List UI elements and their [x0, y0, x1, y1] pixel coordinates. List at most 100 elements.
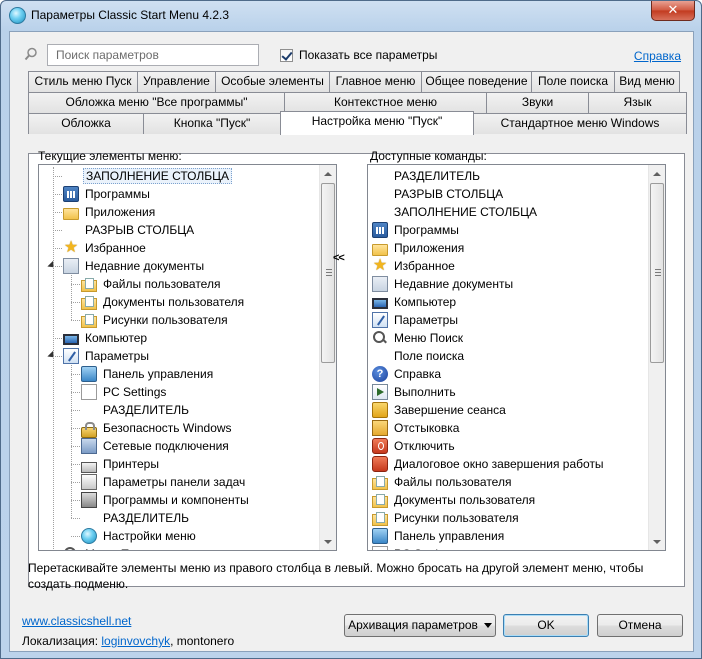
tree-item[interactable]: Принтеры	[81, 455, 161, 473]
show-all-checkbox[interactable]	[280, 48, 293, 62]
menu-settings-icon	[81, 528, 97, 544]
tab-context-menu[interactable]: Контекстное меню	[284, 92, 487, 113]
star-icon: ★	[63, 239, 79, 256]
list-item[interactable]: Выполнить	[372, 383, 458, 401]
shutdown-icon	[372, 456, 388, 472]
scroll-thumb[interactable]	[650, 183, 664, 363]
tab-standard-windows-menu[interactable]: Стандартное меню Windows	[473, 113, 687, 134]
tree-item[interactable]: Файлы пользователя	[81, 275, 222, 293]
list-item[interactable]: РАЗДЕЛИТЕЛЬ	[372, 167, 482, 185]
tree-item[interactable]: Меню Поиск	[63, 545, 156, 550]
tree-item[interactable]: Параметры	[63, 347, 151, 365]
ok-button[interactable]: OK	[503, 614, 589, 637]
list-item[interactable]: Поле поиска	[372, 347, 466, 365]
expand-arrow-icon[interactable]	[47, 350, 57, 361]
list-item[interactable]: Диалоговое окно завершения работы	[372, 455, 606, 473]
printer-icon	[81, 461, 97, 473]
item-label: ЗАПОЛНЕНИЕ СТОЛБЦА	[83, 168, 233, 184]
list-item[interactable]: Отключить	[372, 437, 457, 455]
list-item[interactable]: Приложения	[372, 239, 466, 257]
title-bar[interactable]: Параметры Classic Start Menu 4.2.3 ✕	[1, 1, 701, 31]
run-icon	[372, 384, 388, 400]
tab-special-items[interactable]: Особые элементы	[215, 71, 330, 92]
search-input[interactable]: Поиск параметров	[47, 44, 259, 66]
tree-item[interactable]: РАЗРЫВ СТОЛБЦА	[63, 221, 196, 239]
scroll-thumb[interactable]	[321, 183, 335, 363]
tab-language[interactable]: Язык	[588, 92, 687, 113]
tab-general-behavior[interactable]: Общее поведение	[421, 71, 532, 92]
apps-folder-icon	[372, 244, 388, 256]
tab-all-programs-skin[interactable]: Обложка меню "Все программы"	[28, 92, 285, 113]
scroll-down-arrow-icon[interactable]	[320, 533, 336, 550]
list-item[interactable]: Меню Поиск	[372, 329, 465, 347]
tab-controls[interactable]: Управление	[137, 71, 216, 92]
tree-item[interactable]: Программы и компоненты	[81, 491, 251, 509]
tree-item[interactable]: Настройки меню	[81, 527, 198, 545]
tab-search-box[interactable]: Поле поиска	[531, 71, 615, 92]
tree-item[interactable]: Сетевые подключения	[81, 437, 231, 455]
search-icon	[63, 546, 79, 550]
right-scrollbar[interactable]	[648, 165, 665, 550]
tree-item[interactable]: Компьютер	[63, 329, 149, 347]
computer-icon	[63, 333, 79, 345]
tree-item[interactable]: ★ Избранное	[63, 239, 148, 257]
list-item[interactable]: ЗАПОЛНЕНИЕ СТОЛБЦА	[372, 203, 539, 221]
expand-arrow-icon[interactable]	[47, 260, 57, 271]
tree-item[interactable]: PC Settings	[81, 383, 168, 401]
backup-settings-button[interactable]: Архивация параметров	[344, 614, 496, 637]
user-folder-icon	[81, 278, 97, 292]
list-item[interactable]: Документы пользователя	[372, 491, 537, 509]
tree-item[interactable]: Рисунки пользователя	[81, 311, 230, 329]
list-item[interactable]: PC Settings	[372, 545, 459, 550]
available-commands-list[interactable]: РАЗДЕЛИТЕЛЬ РАЗРЫВ СТОЛБЦА ЗАПОЛНЕНИЕ СТОЛ…	[367, 164, 666, 551]
website-link[interactable]: www.classicshell.net	[22, 614, 131, 628]
scroll-up-arrow-icon[interactable]	[649, 165, 665, 182]
list-item[interactable]: Завершение сеанса	[372, 401, 508, 419]
list-item[interactable]: РАЗРЫВ СТОЛБЦА	[372, 185, 505, 203]
help-link[interactable]: Справка	[634, 49, 681, 63]
tree-item[interactable]: Панель управления	[81, 365, 215, 383]
list-item[interactable]: Параметры	[372, 311, 460, 329]
list-item[interactable]: Файлы пользователя	[372, 473, 513, 491]
list-item[interactable]: Отстыковка	[372, 419, 461, 437]
current-menu-items-tree[interactable]: ЗАПОЛНЕНИЕ СТОЛБЦА Программы Приложения РАЗ…	[38, 164, 337, 551]
list-item[interactable]: ? Справка	[372, 365, 443, 383]
left-scrollbar[interactable]	[319, 165, 336, 550]
move-left-button[interactable]: <<	[333, 252, 345, 264]
star-icon: ★	[372, 257, 388, 274]
list-item[interactable]: Рисунки пользователя	[372, 509, 521, 527]
item-label: Меню Поиск	[394, 331, 464, 345]
scroll-up-arrow-icon[interactable]	[320, 165, 336, 182]
tab-skin[interactable]: Обложка	[28, 113, 144, 134]
item-label: Панель управления	[394, 529, 505, 543]
tree-item[interactable]: Документы пользователя	[81, 293, 246, 311]
scroll-down-arrow-icon[interactable]	[649, 533, 665, 550]
list-item[interactable]: ★ Избранное	[372, 257, 457, 275]
list-item[interactable]: Недавние документы	[372, 275, 515, 293]
tab-sounds[interactable]: Звуки	[486, 92, 589, 113]
tab-start-menu-style[interactable]: Стиль меню Пуск	[28, 71, 138, 92]
tab-start-button[interactable]: Кнопка "Пуск"	[143, 113, 281, 134]
tree-item[interactable]: Безопасность Windows	[81, 419, 234, 438]
tab-main-menu[interactable]: Главное меню	[329, 71, 422, 92]
translator-link-1[interactable]: loginvovchyk	[101, 634, 170, 648]
list-item[interactable]: Панель управления	[372, 527, 506, 545]
close-button[interactable]: ✕	[651, 1, 695, 21]
tree-item[interactable]: Недавние документы	[63, 257, 206, 275]
show-all-checkbox-row[interactable]: Показать все параметры	[280, 48, 437, 62]
tree-item[interactable]: РАЗДЕЛИТЕЛЬ	[81, 401, 191, 419]
tree-item[interactable]: Приложения	[63, 203, 157, 221]
tree-item[interactable]: Программы	[63, 185, 152, 203]
item-label: Справка	[394, 367, 442, 381]
tree-item[interactable]: РАЗДЕЛИТЕЛЬ	[81, 509, 191, 527]
tree-item[interactable]: Параметры панели задач	[81, 473, 247, 491]
tab-menu-look[interactable]: Вид меню	[614, 71, 680, 92]
logoff-icon	[372, 402, 388, 418]
list-item[interactable]: Программы	[372, 221, 461, 239]
item-label: Недавние документы	[85, 259, 205, 273]
cancel-button[interactable]: Отмена	[597, 614, 683, 637]
tab-customize-start-menu[interactable]: Настройка меню "Пуск"	[280, 111, 474, 135]
list-item[interactable]: Компьютер	[372, 293, 458, 311]
tree-item[interactable]: ЗАПОЛНЕНИЕ СТОЛБЦА	[63, 167, 233, 185]
page-icon	[372, 546, 388, 550]
